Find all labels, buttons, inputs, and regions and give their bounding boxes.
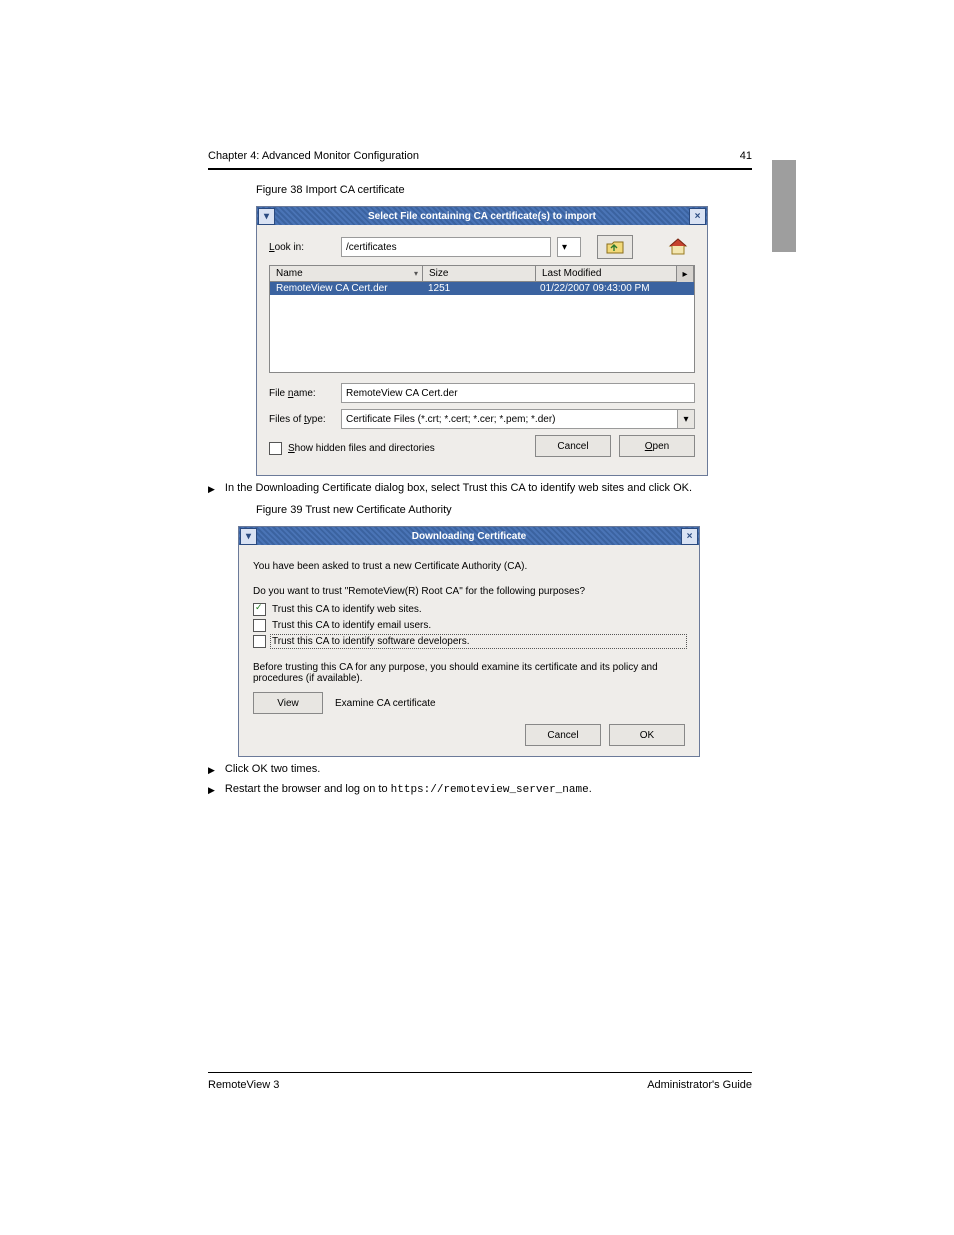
trust-email-label: Trust this CA to identify email users. (272, 620, 431, 631)
bullet-text-1: In the Downloading Certificate dialog bo… (225, 482, 692, 494)
close-icon[interactable]: × (689, 208, 706, 225)
step-bullet: ▶ In the Downloading Certificate dialog … (208, 482, 752, 496)
sort-indicator-icon: ▾ (414, 269, 418, 278)
trust-websites-checkbox[interactable]: Trust this CA to identify web sites. (253, 603, 685, 616)
home-icon[interactable] (661, 235, 695, 257)
bullet-icon: ▶ (208, 482, 215, 496)
file-type-field[interactable]: Certificate Files (*.crt; *.cert; *.cer;… (341, 409, 678, 429)
col-size[interactable]: Size (423, 266, 536, 281)
cancel-button[interactable]: Cancel (535, 435, 611, 457)
file-row-name: RemoteView CA Cert.der (270, 282, 422, 295)
file-list[interactable]: Name ▾ Size Last Modified ▸ RemoteView C… (269, 265, 695, 373)
close-icon[interactable]: × (681, 528, 698, 545)
cert-intro: You have been asked to trust a new Certi… (253, 561, 685, 572)
file-row-size: 1251 (422, 282, 534, 295)
file-name-value: RemoteView CA Cert.der (346, 388, 458, 399)
window-menu-icon[interactable]: ▾ (240, 528, 257, 545)
file-name-label: File name: (269, 388, 335, 399)
look-in-value: /certificates (346, 242, 397, 253)
cancel-button[interactable]: Cancel (525, 724, 601, 746)
figure-caption-38: Figure 38 Import CA certificate (256, 184, 752, 196)
dialog-title: Downloading Certificate (412, 531, 526, 542)
checkbox-icon (269, 442, 282, 455)
footer-product: RemoteView 3 (208, 1079, 279, 1091)
trust-dev-checkbox[interactable]: Trust this CA to identify software devel… (253, 635, 685, 648)
bullet-icon: ▶ (208, 783, 215, 797)
show-hidden-label: Show hidden files and directories (288, 443, 435, 454)
ok-button[interactable]: OK (609, 724, 685, 746)
examine-label: Examine CA certificate (335, 698, 436, 709)
page-footer: RemoteView 3 Administrator's Guide (208, 1072, 752, 1091)
cert-question: Do you want to trust "RemoteView(R) Root… (253, 586, 685, 597)
bullet-3-suffix: . (589, 783, 592, 795)
bullet-3-host: https://remoteview_server_name (391, 784, 589, 796)
bullet-text-2: Click OK two times. (225, 763, 320, 775)
thumb-tab (772, 160, 796, 252)
up-folder-icon[interactable] (597, 235, 633, 259)
dialog-title: Select File containing CA certificate(s)… (368, 211, 596, 222)
header-page-num: 41 (740, 150, 752, 162)
column-menu-icon[interactable]: ▸ (676, 266, 693, 282)
file-list-header: Name ▾ Size Last Modified ▸ (270, 266, 694, 282)
col-name[interactable]: Name ▾ (270, 266, 423, 281)
checkbox-icon (253, 635, 266, 648)
trust-websites-label: Trust this CA to identify web sites. (272, 604, 422, 615)
window-menu-icon[interactable]: ▾ (258, 208, 275, 225)
open-button[interactable]: Open (619, 435, 695, 457)
bullet-3-prefix: Restart the browser and log on to (225, 783, 391, 795)
show-hidden-checkbox[interactable]: Show hidden files and directories (269, 442, 435, 455)
step-bullet: ▶ Restart the browser and log on to http… (208, 783, 752, 797)
look-in-label: Look in: (269, 242, 335, 253)
look-in-field[interactable]: /certificates (341, 237, 551, 257)
trust-dev-label: Trust this CA to identify software devel… (272, 636, 685, 647)
header-title: Chapter 4: Advanced Monitor Configuratio… (208, 150, 419, 162)
col-modified[interactable]: Last Modified ▸ (536, 266, 694, 281)
dialog-download-cert: ▾ Downloading Certificate × You have bee… (238, 526, 700, 757)
file-type-value: Certificate Files (*.crt; *.cert; *.cer;… (346, 414, 556, 425)
dialog-titlebar: ▾ Downloading Certificate × (239, 527, 699, 545)
file-type-label: Files of type: (269, 414, 335, 425)
dialog-titlebar: ▾ Select File containing CA certificate(… (257, 207, 707, 225)
bullet-text-3: Restart the browser and log on to https:… (225, 783, 592, 796)
figure-caption-39: Figure 39 Trust new Certificate Authorit… (256, 504, 752, 516)
file-row-modified: 01/22/2007 09:43:00 PM (534, 282, 694, 295)
trust-email-checkbox[interactable]: Trust this CA to identify email users. (253, 619, 685, 632)
look-in-dropdown-arrow[interactable]: ▾ (557, 237, 581, 257)
dialog-select-file: ▾ Select File containing CA certificate(… (256, 206, 708, 476)
file-name-field[interactable]: RemoteView CA Cert.der (341, 383, 695, 403)
header-rule (208, 168, 752, 170)
examine-note: Before trusting this CA for any purpose,… (253, 662, 685, 684)
bullet-icon: ▶ (208, 763, 215, 777)
checkbox-icon (253, 619, 266, 632)
page-header: Chapter 4: Advanced Monitor Configuratio… (208, 150, 752, 162)
file-row-selected[interactable]: RemoteView CA Cert.der 1251 01/22/2007 0… (270, 282, 694, 295)
footer-doc: Administrator's Guide (647, 1079, 752, 1091)
file-type-dropdown-arrow[interactable]: ▾ (678, 409, 695, 429)
step-bullet: ▶ Click OK two times. (208, 763, 752, 777)
checkbox-checked-icon (253, 603, 266, 616)
view-button[interactable]: View (253, 692, 323, 714)
